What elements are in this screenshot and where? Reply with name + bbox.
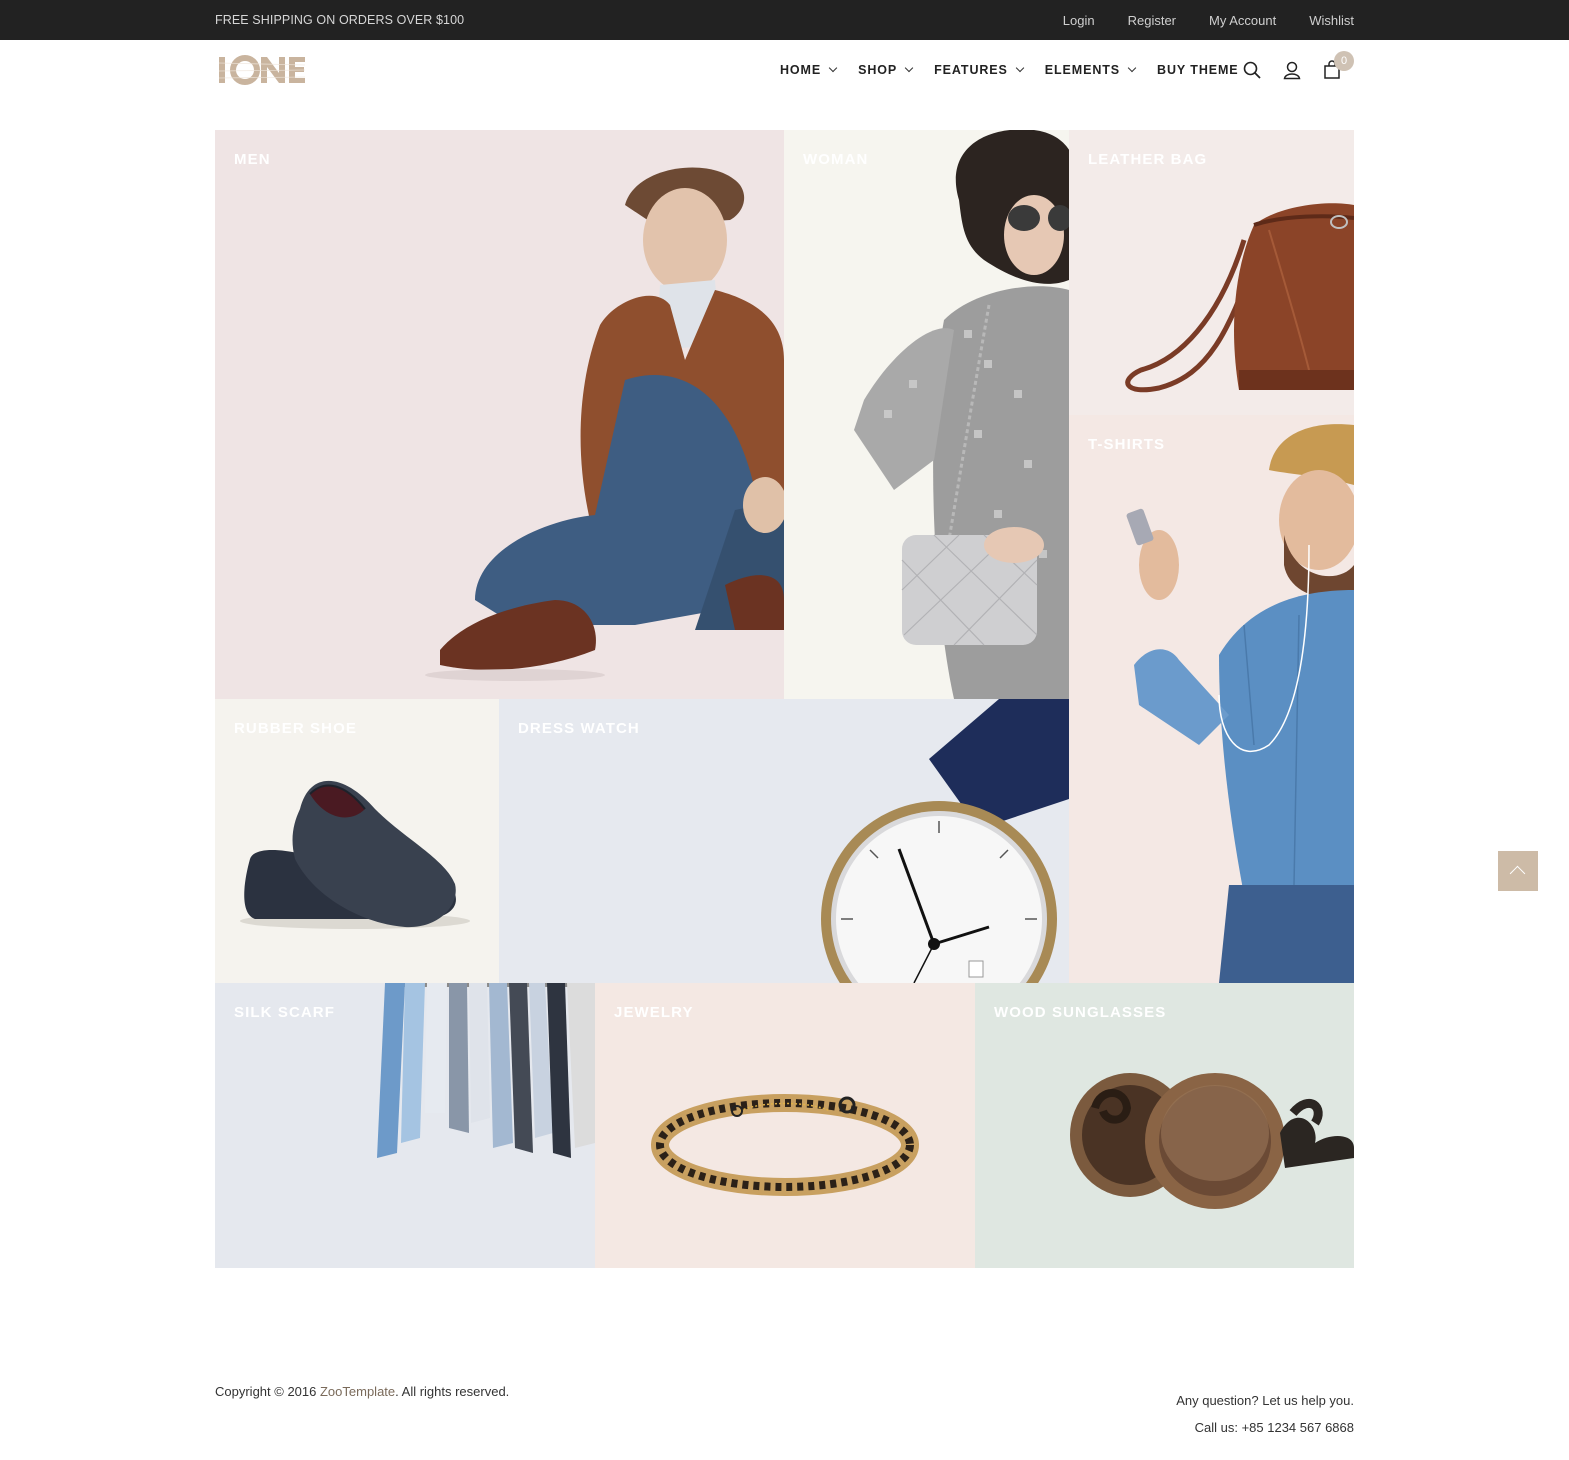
men-model-image xyxy=(425,167,784,681)
woman-model-image xyxy=(854,130,1069,699)
back-to-top-button[interactable] xyxy=(1498,851,1538,891)
nav-shop-label: SHOP xyxy=(858,63,898,77)
copyright-text: Copyright © 2016 ZooTemplate. All rights… xyxy=(215,1384,509,1399)
category-tile-silk-scarf[interactable]: SILK SCARF xyxy=(215,983,595,1268)
search-icon[interactable] xyxy=(1242,60,1262,80)
tile-label-tshirts: T-SHIRTS xyxy=(1088,436,1166,453)
login-link[interactable]: Login xyxy=(1063,13,1095,28)
category-tile-leather-bag[interactable]: LEATHER BAG xyxy=(1069,130,1354,415)
nav-home-label: HOME xyxy=(780,63,822,77)
wood-sunglasses-image xyxy=(1070,1073,1354,1209)
wishlist-link[interactable]: Wishlist xyxy=(1309,13,1354,28)
category-tile-jewelry[interactable]: JEWELRY xyxy=(595,983,975,1268)
call-us-text: Call us: +85 1234 567 6868 xyxy=(1194,1420,1354,1435)
rubber-shoe-image xyxy=(240,780,470,929)
main-nav: HOME SHOP FEATURES ELEMENTS BUY THEME xyxy=(780,63,1239,77)
jewelry-bracelet-image xyxy=(651,1094,919,1196)
nav-shop[interactable]: SHOP xyxy=(858,63,914,77)
chevron-down-icon xyxy=(1015,63,1025,73)
help-question-text: Any question? Let us help you. xyxy=(1176,1393,1354,1408)
tile-label-jewelry: JEWELRY xyxy=(614,1004,694,1021)
tile-label-rubber-shoe: RUBBER SHOE xyxy=(234,720,357,737)
nav-buy-theme-label: BUY THEME xyxy=(1157,63,1239,77)
nav-home[interactable]: HOME xyxy=(780,63,838,77)
account-links: Login Register My Account Wishlist xyxy=(1063,13,1354,28)
cart-count-badge: 0 xyxy=(1334,51,1354,71)
nav-features-label: FEATURES xyxy=(934,63,1008,77)
footer-contact: Any question? Let us help you. Call us: … xyxy=(1176,1387,1354,1441)
register-link[interactable]: Register xyxy=(1128,13,1176,28)
tile-label-men: MEN xyxy=(234,151,271,168)
site-header: HOME SHOP FEATURES ELEMENTS BUY THEME xyxy=(0,40,1569,100)
silk-scarf-image xyxy=(377,983,595,1158)
copyright-suffix: . All rights reserved. xyxy=(395,1384,510,1399)
category-tile-woman[interactable]: WOMAN xyxy=(784,130,1069,699)
nav-buy-theme[interactable]: BUY THEME xyxy=(1157,63,1239,77)
my-account-link[interactable]: My Account xyxy=(1209,13,1276,28)
category-tile-men[interactable]: MEN xyxy=(215,130,784,699)
dress-watch-image xyxy=(821,699,1069,983)
tile-label-dress-watch: DRESS WATCH xyxy=(518,720,640,737)
category-tile-dress-watch[interactable]: DRESS WATCH xyxy=(499,699,1069,983)
chevron-down-icon xyxy=(904,63,914,73)
shipping-promo: FREE SHIPPING ON ORDERS OVER $100 xyxy=(215,13,465,27)
nav-features[interactable]: FEATURES xyxy=(934,63,1025,77)
tile-label-woman: WOMAN xyxy=(803,151,869,168)
top-bar: FREE SHIPPING ON ORDERS OVER $100 Login … xyxy=(0,0,1569,40)
chevron-down-icon xyxy=(1127,63,1137,73)
tile-label-silk-scarf: SILK SCARF xyxy=(234,1004,335,1021)
category-tile-wood-sunglasses[interactable]: WOOD SUNGLASSES xyxy=(975,983,1354,1268)
user-icon[interactable] xyxy=(1282,60,1302,80)
category-tile-rubber-shoe[interactable]: RUBBER SHOE xyxy=(215,699,499,983)
nav-elements-label: ELEMENTS xyxy=(1044,63,1121,77)
zootemplate-link[interactable]: ZooTemplate xyxy=(320,1384,395,1399)
category-tile-tshirts[interactable]: T-SHIRTS xyxy=(1069,415,1354,983)
copyright-prefix: Copyright © 2016 xyxy=(215,1384,320,1399)
tile-label-leather-bag: LEATHER BAG xyxy=(1088,151,1208,168)
chevron-up-icon xyxy=(1509,865,1526,882)
tshirts-model-image xyxy=(1126,424,1354,983)
nav-elements[interactable]: ELEMENTS xyxy=(1044,63,1137,77)
leather-bag-image xyxy=(1125,203,1354,393)
site-logo[interactable] xyxy=(217,54,307,86)
tile-label-wood-sunglasses: WOOD SUNGLASSES xyxy=(994,1004,1167,1021)
chevron-down-icon xyxy=(828,63,838,73)
